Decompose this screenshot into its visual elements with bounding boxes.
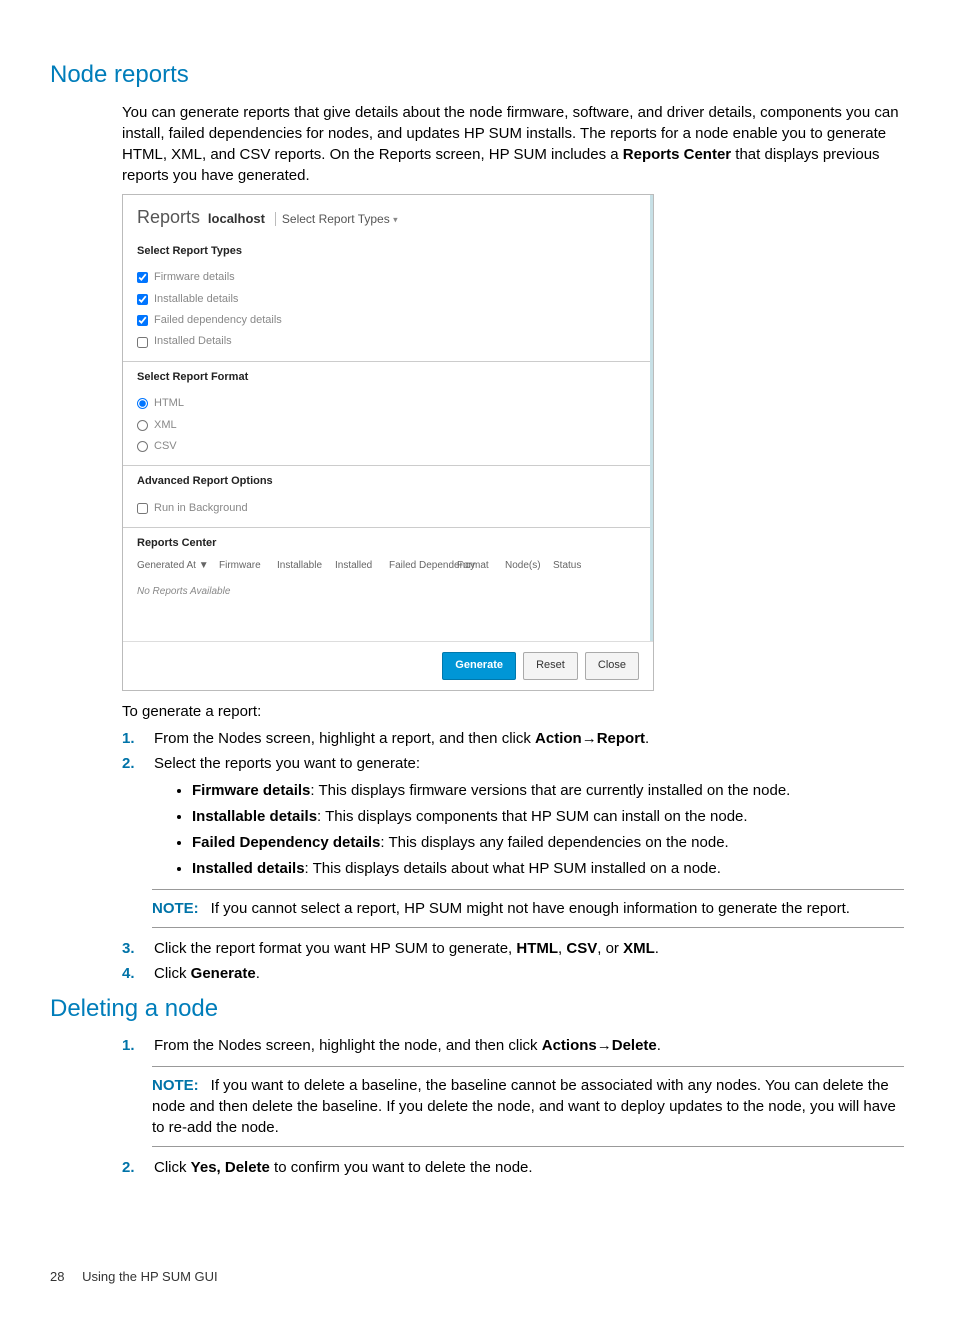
step-1: From the Nodes screen, highlight a repor…: [154, 728, 904, 749]
no-reports-message: No Reports Available: [137, 573, 636, 633]
reports-center-title: Reports Center: [137, 536, 636, 551]
bullet-installable: Installable details: This displays compo…: [192, 806, 904, 827]
reports-footer: Generate Reset Close: [123, 641, 653, 689]
select-report-format-title: Select Report Format: [137, 370, 636, 385]
section-title-deleting-node: Deleting a node: [50, 992, 904, 1026]
checkbox-failed-dependency-details[interactable]: Failed dependency details: [137, 310, 636, 331]
step-2: Select the reports you want to generate:: [154, 753, 904, 774]
radio-html[interactable]: HTML: [137, 393, 636, 414]
page-number: 28: [50, 1269, 64, 1284]
reports-host: localhost: [208, 211, 265, 226]
generate-button[interactable]: Generate: [442, 652, 516, 679]
footer-title: Using the HP SUM GUI: [82, 1269, 218, 1284]
checkbox-installable-details[interactable]: Installable details: [137, 289, 636, 310]
reports-table-header: Generated At ▼ Firmware Installable Inst…: [137, 559, 636, 573]
checkbox-run-background[interactable]: Run in Background: [137, 498, 636, 519]
note-report-select: NOTE:If you cannot select a report, HP S…: [152, 889, 904, 928]
page-footer: 28 Using the HP SUM GUI: [50, 1268, 904, 1286]
bullet-failed-dependency: Failed Dependency details: This displays…: [192, 832, 904, 853]
del-step-2: Click Yes, Delete to confirm you want to…: [154, 1157, 904, 1178]
bullet-installed: Installed details: This displays details…: [192, 858, 904, 879]
checkbox-installed-details[interactable]: Installed Details: [137, 331, 636, 352]
reset-button[interactable]: Reset: [523, 652, 578, 679]
step-4: Click Generate.: [154, 963, 904, 984]
select-report-types-title: Select Report Types: [137, 244, 636, 259]
close-button[interactable]: Close: [585, 652, 639, 679]
intro-paragraph: You can generate reports that give detai…: [122, 102, 904, 186]
step-3: Click the report format you want HP SUM …: [154, 938, 904, 959]
reports-screenshot: Reports localhost Select Report Types ▾ …: [122, 194, 654, 691]
radio-xml[interactable]: XML: [137, 415, 636, 436]
checkbox-firmware-details[interactable]: Firmware details: [137, 267, 636, 288]
reports-brand: Reports: [137, 207, 200, 227]
del-step-1: From the Nodes screen, highlight the nod…: [154, 1035, 904, 1056]
bullet-firmware: Firmware details: This displays firmware…: [192, 780, 904, 801]
note-delete-baseline: NOTE:If you want to delete a baseline, t…: [152, 1066, 904, 1147]
radio-csv[interactable]: CSV: [137, 436, 636, 457]
reports-header: Reports localhost Select Report Types ▾: [123, 195, 653, 236]
report-types-dropdown[interactable]: Select Report Types ▾: [275, 212, 398, 226]
section-title-node-reports: Node reports: [50, 58, 904, 92]
chevron-down-icon: ▾: [393, 214, 398, 224]
advanced-report-options-title: Advanced Report Options: [137, 474, 636, 489]
generate-lead: To generate a report:: [122, 701, 904, 722]
